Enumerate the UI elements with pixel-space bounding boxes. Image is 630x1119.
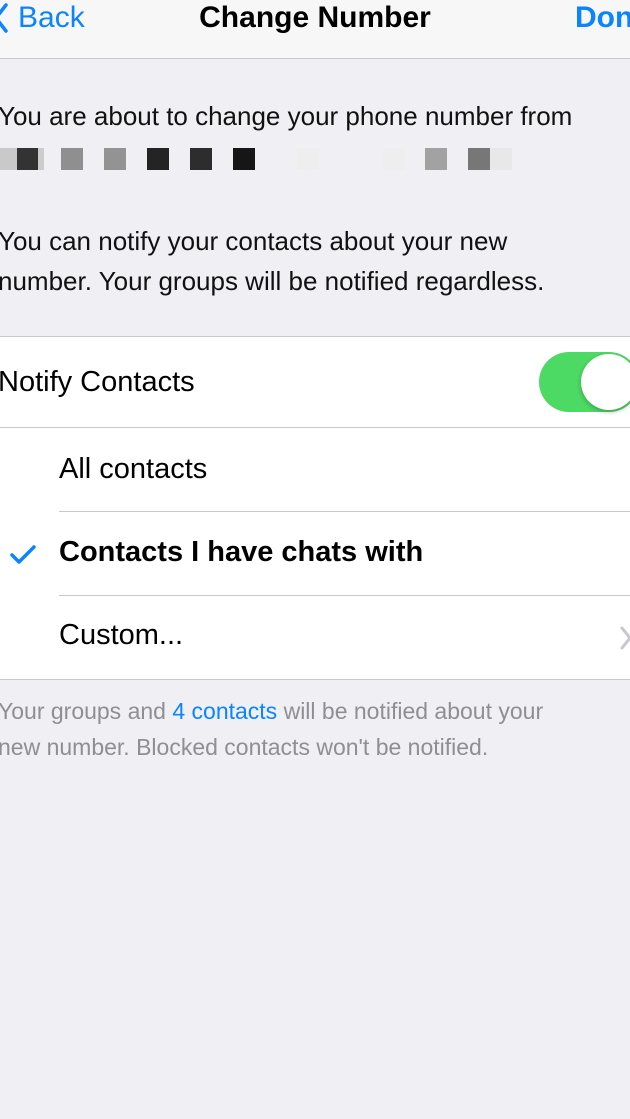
mask-block (61, 148, 83, 170)
notify-contacts-group: Notify Contacts (0, 336, 630, 428)
option-label: Custom... (59, 619, 184, 651)
navigation-bar: Back Change Number Done (0, 0, 630, 59)
option-all-contacts[interactable]: All contacts (0, 428, 630, 511)
notify-explanation-line: You can notify your contacts about your … (0, 226, 508, 256)
mask-block (383, 148, 405, 170)
mask-block (190, 148, 212, 170)
option-contacts-with-chats[interactable]: Contacts I have chats with (0, 511, 630, 594)
chevron-right-icon (620, 626, 630, 650)
toggle-knob (581, 354, 630, 410)
notify-contacts-row: Notify Contacts (0, 337, 630, 427)
mask-block (233, 148, 255, 170)
masked-phone-number (0, 148, 520, 172)
mask-block (297, 148, 319, 170)
recipient-options-list: All contacts Contacts I have chats with … (0, 427, 630, 680)
checkmark-icon (10, 545, 36, 564)
notify-summary-line: Your groups and 4 contacts will be notif… (0, 693, 630, 729)
mask-block (425, 148, 447, 170)
change-number-intro: You are about to change your phone numbe… (0, 101, 573, 131)
notify-explanation-line: number. Your groups will be notified reg… (0, 266, 545, 296)
done-button[interactable]: Done (575, 0, 630, 36)
mask-block (17, 148, 39, 170)
contacts-count-link[interactable]: 4 contacts (172, 698, 277, 724)
mask-block (38, 148, 44, 170)
notify-contacts-toggle[interactable] (539, 352, 630, 412)
option-label: Contacts I have chats with (59, 536, 424, 568)
option-label: All contacts (59, 453, 208, 485)
summary-prefix: Your groups and (0, 698, 173, 724)
mask-block (468, 148, 490, 170)
mask-block (490, 148, 512, 170)
mask-block (147, 148, 169, 170)
notify-summary-line: new number. Blocked contacts won't be no… (0, 734, 489, 760)
page-title: Change Number (199, 1, 431, 34)
mask-block (104, 148, 126, 170)
notify-explanation: You can notify your contacts about your … (0, 221, 630, 301)
option-custom[interactable]: Custom... (0, 594, 630, 677)
notify-summary: Your groups and 4 contacts will be notif… (0, 693, 630, 765)
notify-contacts-label: Notify Contacts (0, 366, 195, 398)
summary-suffix: will be notified about your (277, 698, 544, 724)
